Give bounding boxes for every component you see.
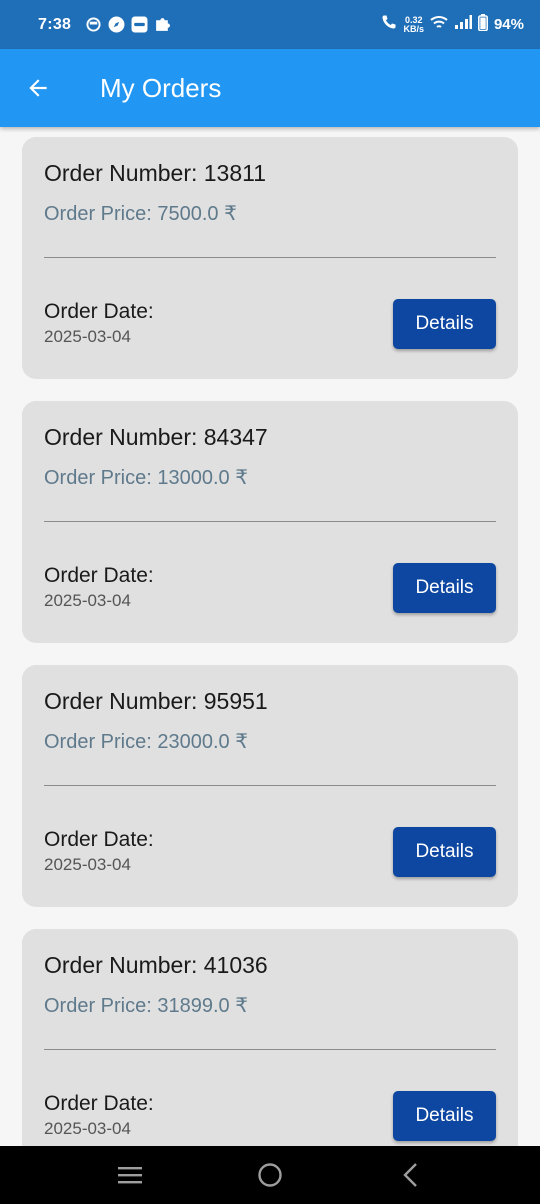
vivo-icon bbox=[131, 16, 148, 33]
chevron-left-icon bbox=[403, 1163, 417, 1187]
app-bar: My Orders bbox=[0, 49, 540, 127]
status-time: 7:38 bbox=[38, 15, 72, 33]
system-icons: 0.32 KB/s 94% bbox=[381, 13, 524, 36]
order-price: Order Price: 31899.0 ₹ bbox=[44, 995, 248, 1017]
order-date-label: Order Date: bbox=[44, 828, 154, 851]
order-card: Order Number: 41036 Order Price: 31899.0… bbox=[22, 929, 518, 1146]
recents-button[interactable] bbox=[105, 1150, 155, 1200]
order-number: Order Number: 95951 bbox=[44, 688, 268, 714]
page-title: My Orders bbox=[100, 72, 222, 103]
speed-unit: KB/s bbox=[403, 23, 424, 34]
order-date: 2025-03-04 bbox=[44, 855, 131, 874]
order-number: Order Number: 41036 bbox=[44, 952, 268, 978]
back-button[interactable] bbox=[18, 68, 58, 108]
wifi-icon bbox=[430, 15, 448, 35]
battery-icon bbox=[477, 13, 488, 36]
details-button[interactable]: Details bbox=[393, 563, 496, 613]
notification-icons bbox=[85, 16, 171, 33]
order-number: Order Number: 13811 bbox=[44, 160, 267, 186]
order-card: Order Number: 95951 Order Price: 23000.0… bbox=[22, 665, 518, 907]
order-date-label: Order Date: bbox=[44, 564, 154, 587]
arrow-back-icon bbox=[29, 79, 47, 97]
order-date-label: Order Date: bbox=[44, 300, 154, 323]
status-bar: 7:38 0.32 KB/s 94% bbox=[0, 0, 540, 49]
compass-icon bbox=[108, 16, 125, 33]
app-icon bbox=[85, 16, 102, 33]
details-button[interactable]: Details bbox=[393, 1091, 496, 1141]
divider bbox=[44, 1049, 496, 1050]
order-card: Order Number: 13811 Order Price: 7500.0 … bbox=[22, 137, 518, 379]
signal-icon bbox=[454, 15, 472, 34]
order-date: 2025-03-04 bbox=[44, 1119, 131, 1138]
divider bbox=[44, 257, 496, 258]
order-card: Order Number: 84347 Order Price: 13000.0… bbox=[22, 401, 518, 643]
order-date: 2025-03-04 bbox=[44, 591, 131, 610]
call-icon bbox=[381, 14, 397, 35]
details-button[interactable]: Details bbox=[393, 827, 496, 877]
divider bbox=[44, 521, 496, 522]
battery-percent: 94% bbox=[493, 16, 524, 33]
orders-list[interactable]: Order Number: 13811 Order Price: 7500.0 … bbox=[0, 127, 540, 1146]
order-price: Order Price: 7500.0 ₹ bbox=[44, 203, 237, 225]
order-date-label: Order Date: bbox=[44, 1092, 154, 1115]
home-circle-icon bbox=[258, 1163, 282, 1187]
system-nav-bar bbox=[0, 1146, 540, 1204]
home-button[interactable] bbox=[245, 1150, 295, 1200]
menu-icon bbox=[118, 1167, 142, 1184]
puzzle-icon bbox=[154, 16, 171, 33]
network-speed: 0.32 KB/s bbox=[403, 15, 424, 34]
details-button[interactable]: Details bbox=[393, 299, 496, 349]
order-price: Order Price: 23000.0 ₹ bbox=[44, 731, 248, 753]
divider bbox=[44, 785, 496, 786]
back-nav-button[interactable] bbox=[385, 1150, 435, 1200]
order-price: Order Price: 13000.0 ₹ bbox=[44, 467, 248, 489]
order-number: Order Number: 84347 bbox=[44, 424, 268, 450]
order-date: 2025-03-04 bbox=[44, 327, 131, 346]
